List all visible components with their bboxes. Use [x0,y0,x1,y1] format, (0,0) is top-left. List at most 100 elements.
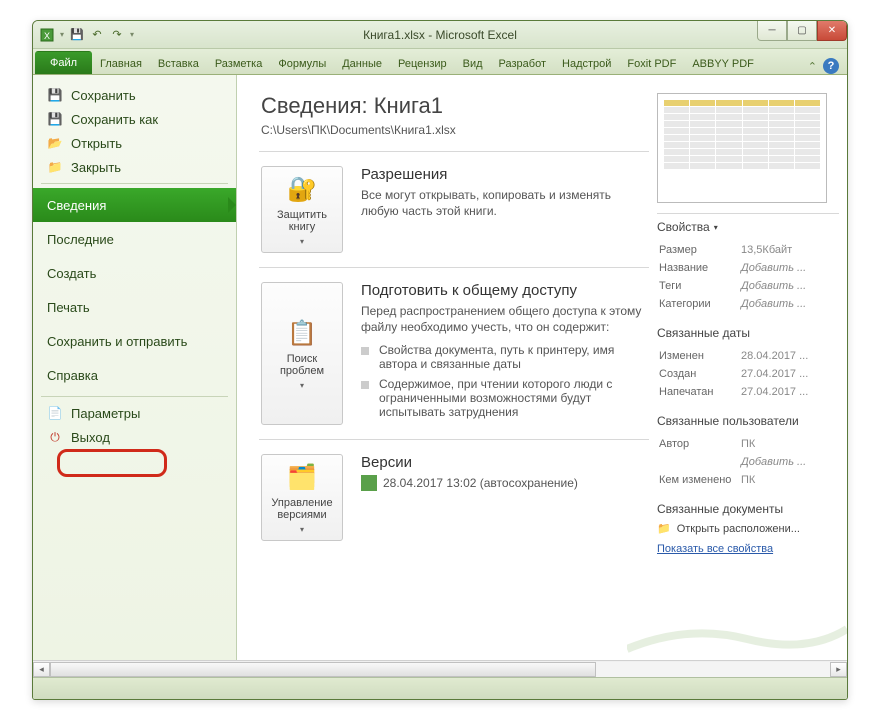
bullet-icon [361,347,369,355]
dates-table: Изменен28.04.2017 ... Создан27.04.2017 .… [657,346,839,402]
ribbon-minimize-icon[interactable]: ⌃ [808,60,817,73]
scroll-left-button[interactable]: ◂ [33,662,50,677]
redo-icon[interactable]: ↷ [109,27,125,43]
prepare-title: Подготовить к общему доступу [361,282,649,299]
tab-layout[interactable]: Разметка [207,52,271,74]
show-all-properties-link[interactable]: Показать все свойства [657,543,839,555]
tab-home[interactable]: Главная [92,52,150,74]
info-heading: Сведения: Книга1 [261,93,649,119]
checklist-icon: 📋 [286,317,318,349]
tab-view[interactable]: Вид [455,52,491,74]
properties-dropdown[interactable]: Свойства▾ [657,220,839,234]
qat-dropdown-icon[interactable]: ▾ [59,30,65,39]
excel-icon: X [39,27,55,43]
folder-close-icon: 📁 [47,159,63,175]
qat-more-icon[interactable]: ▾ [129,30,135,39]
annotation-highlight [57,449,167,477]
open-file-location[interactable]: 📁Открыть расположени... [657,522,839,535]
related-people-header: Связанные пользователи [657,414,839,428]
folder-icon: 📁 [657,522,671,535]
tab-insert[interactable]: Вставка [150,52,207,74]
backstage-sidebar: 💾Сохранить 💾Сохранить как 📂 Открыть 📁Закр… [33,75,237,677]
sidebar-share[interactable]: Сохранить и отправить [33,324,236,358]
sidebar-open[interactable]: 📂 Открыть [33,131,236,155]
options-icon: 📄 [47,405,63,421]
table-row: КатегорииДобавить ... [659,296,837,312]
minimize-button[interactable]: ─ [757,21,787,41]
scroll-track[interactable] [50,662,830,677]
quick-access-toolbar: X ▾ 💾 ↶ ↷ ▾ [33,27,135,43]
tab-abbyy[interactable]: ABBYY PDF [684,52,762,74]
sidebar-help[interactable]: Справка [33,358,236,392]
tab-review[interactable]: Рецензир [390,52,455,74]
sidebar-recent[interactable]: Последние [33,222,236,256]
app-window: X ▾ 💾 ↶ ↷ ▾ Книга1.xlsx - Microsoft Exce… [32,20,848,700]
decorative-swoosh [627,619,847,659]
sidebar-options[interactable]: 📄Параметры [33,401,236,425]
info-panel: Сведения: Книга1 C:\Users\ПК\Documents\К… [261,93,649,669]
sidebar-separator [41,183,228,184]
scroll-thumb[interactable] [50,662,596,677]
manage-versions-label: Управление версиями [264,497,340,521]
close-button[interactable]: ✕ [817,21,847,41]
chevron-down-icon: ▾ [714,223,718,232]
status-bar [33,677,847,699]
horizontal-scrollbar[interactable]: ◂ ▸ [33,660,847,677]
permissions-section: 🔐 Защитить книгу ▾ Разрешения Все могут … [261,166,649,253]
info-path: C:\Users\ПК\Documents\Книга1.xlsx [261,123,649,137]
divider [259,267,649,268]
ribbon-tabs: Файл Главная Вставка Разметка Формулы Да… [33,49,847,75]
sidebar-info[interactable]: Сведения [33,188,236,222]
tab-addins[interactable]: Надстрой [554,52,619,74]
table-row: Напечатан27.04.2017 ... [659,384,837,400]
folder-open-icon: 📂 [47,135,63,151]
save-as-icon: 💾 [47,111,63,127]
document-thumbnail[interactable] [657,93,827,203]
chevron-down-icon: ▾ [300,237,304,246]
sidebar-separator-2 [41,396,228,397]
sidebar-open-label: Открыть [71,136,122,151]
save-icon[interactable]: 💾 [69,27,85,43]
tab-data[interactable]: Данные [334,52,390,74]
window-controls: ─ ▢ ✕ [757,21,847,41]
manage-versions-button[interactable]: 🗂️ Управление версиями ▾ [261,454,343,541]
list-item: Содержимое, при чтении которого люди с о… [361,377,649,419]
protect-workbook-button[interactable]: 🔐 Защитить книгу ▾ [261,166,343,253]
help-icon[interactable]: ? [823,58,839,74]
tab-foxit[interactable]: Foxit PDF [619,52,684,74]
sidebar-share-label: Сохранить и отправить [47,334,187,349]
sidebar-new[interactable]: Создать [33,256,236,290]
version-entry-label: 28.04.2017 13:02 (автосохранение) [383,476,578,490]
tab-developer[interactable]: Разработ [491,52,554,74]
scroll-right-button[interactable]: ▸ [830,662,847,677]
tab-file[interactable]: Файл [35,51,92,74]
sidebar-save-as[interactable]: 💾Сохранить как [33,107,236,131]
divider [259,439,649,440]
sidebar-exit-label: Выход [71,430,110,445]
permissions-text: Все могут открывать, копировать и изменя… [361,187,649,219]
sidebar-close[interactable]: 📁Закрыть [33,155,236,179]
table-row: Изменен28.04.2017 ... [659,348,837,364]
list-item: Свойства документа, путь к принтеру, имя… [361,343,649,371]
table-row: Добавить ... [659,454,837,470]
version-file-icon [361,475,377,491]
sidebar-new-label: Создать [47,266,96,281]
versions-title: Версии [361,454,649,471]
sidebar-save[interactable]: 💾Сохранить [33,83,236,107]
chevron-down-icon: ▾ [300,525,304,534]
people-table: АвторПК Добавить ... Кем измененоПК [657,434,839,490]
versions-icon: 🗂️ [286,461,318,493]
undo-icon[interactable]: ↶ [89,27,105,43]
tab-formulas[interactable]: Формулы [270,52,334,74]
check-issues-button[interactable]: 📋 Поиск проблем ▾ [261,282,343,425]
sidebar-exit[interactable]: ⏻Выход [33,425,236,449]
sidebar-info-label: Сведения [47,198,106,213]
maximize-button[interactable]: ▢ [787,21,817,41]
table-row: Кем измененоПК [659,472,837,488]
sidebar-print[interactable]: Печать [33,290,236,324]
version-entry[interactable]: 28.04.2017 13:02 (автосохранение) [361,475,649,491]
table-row: Размер13,5Кбайт [659,242,837,258]
protect-workbook-label: Защитить книгу [264,209,340,233]
permissions-title: Разрешения [361,166,649,183]
table-row: АвторПК [659,436,837,452]
